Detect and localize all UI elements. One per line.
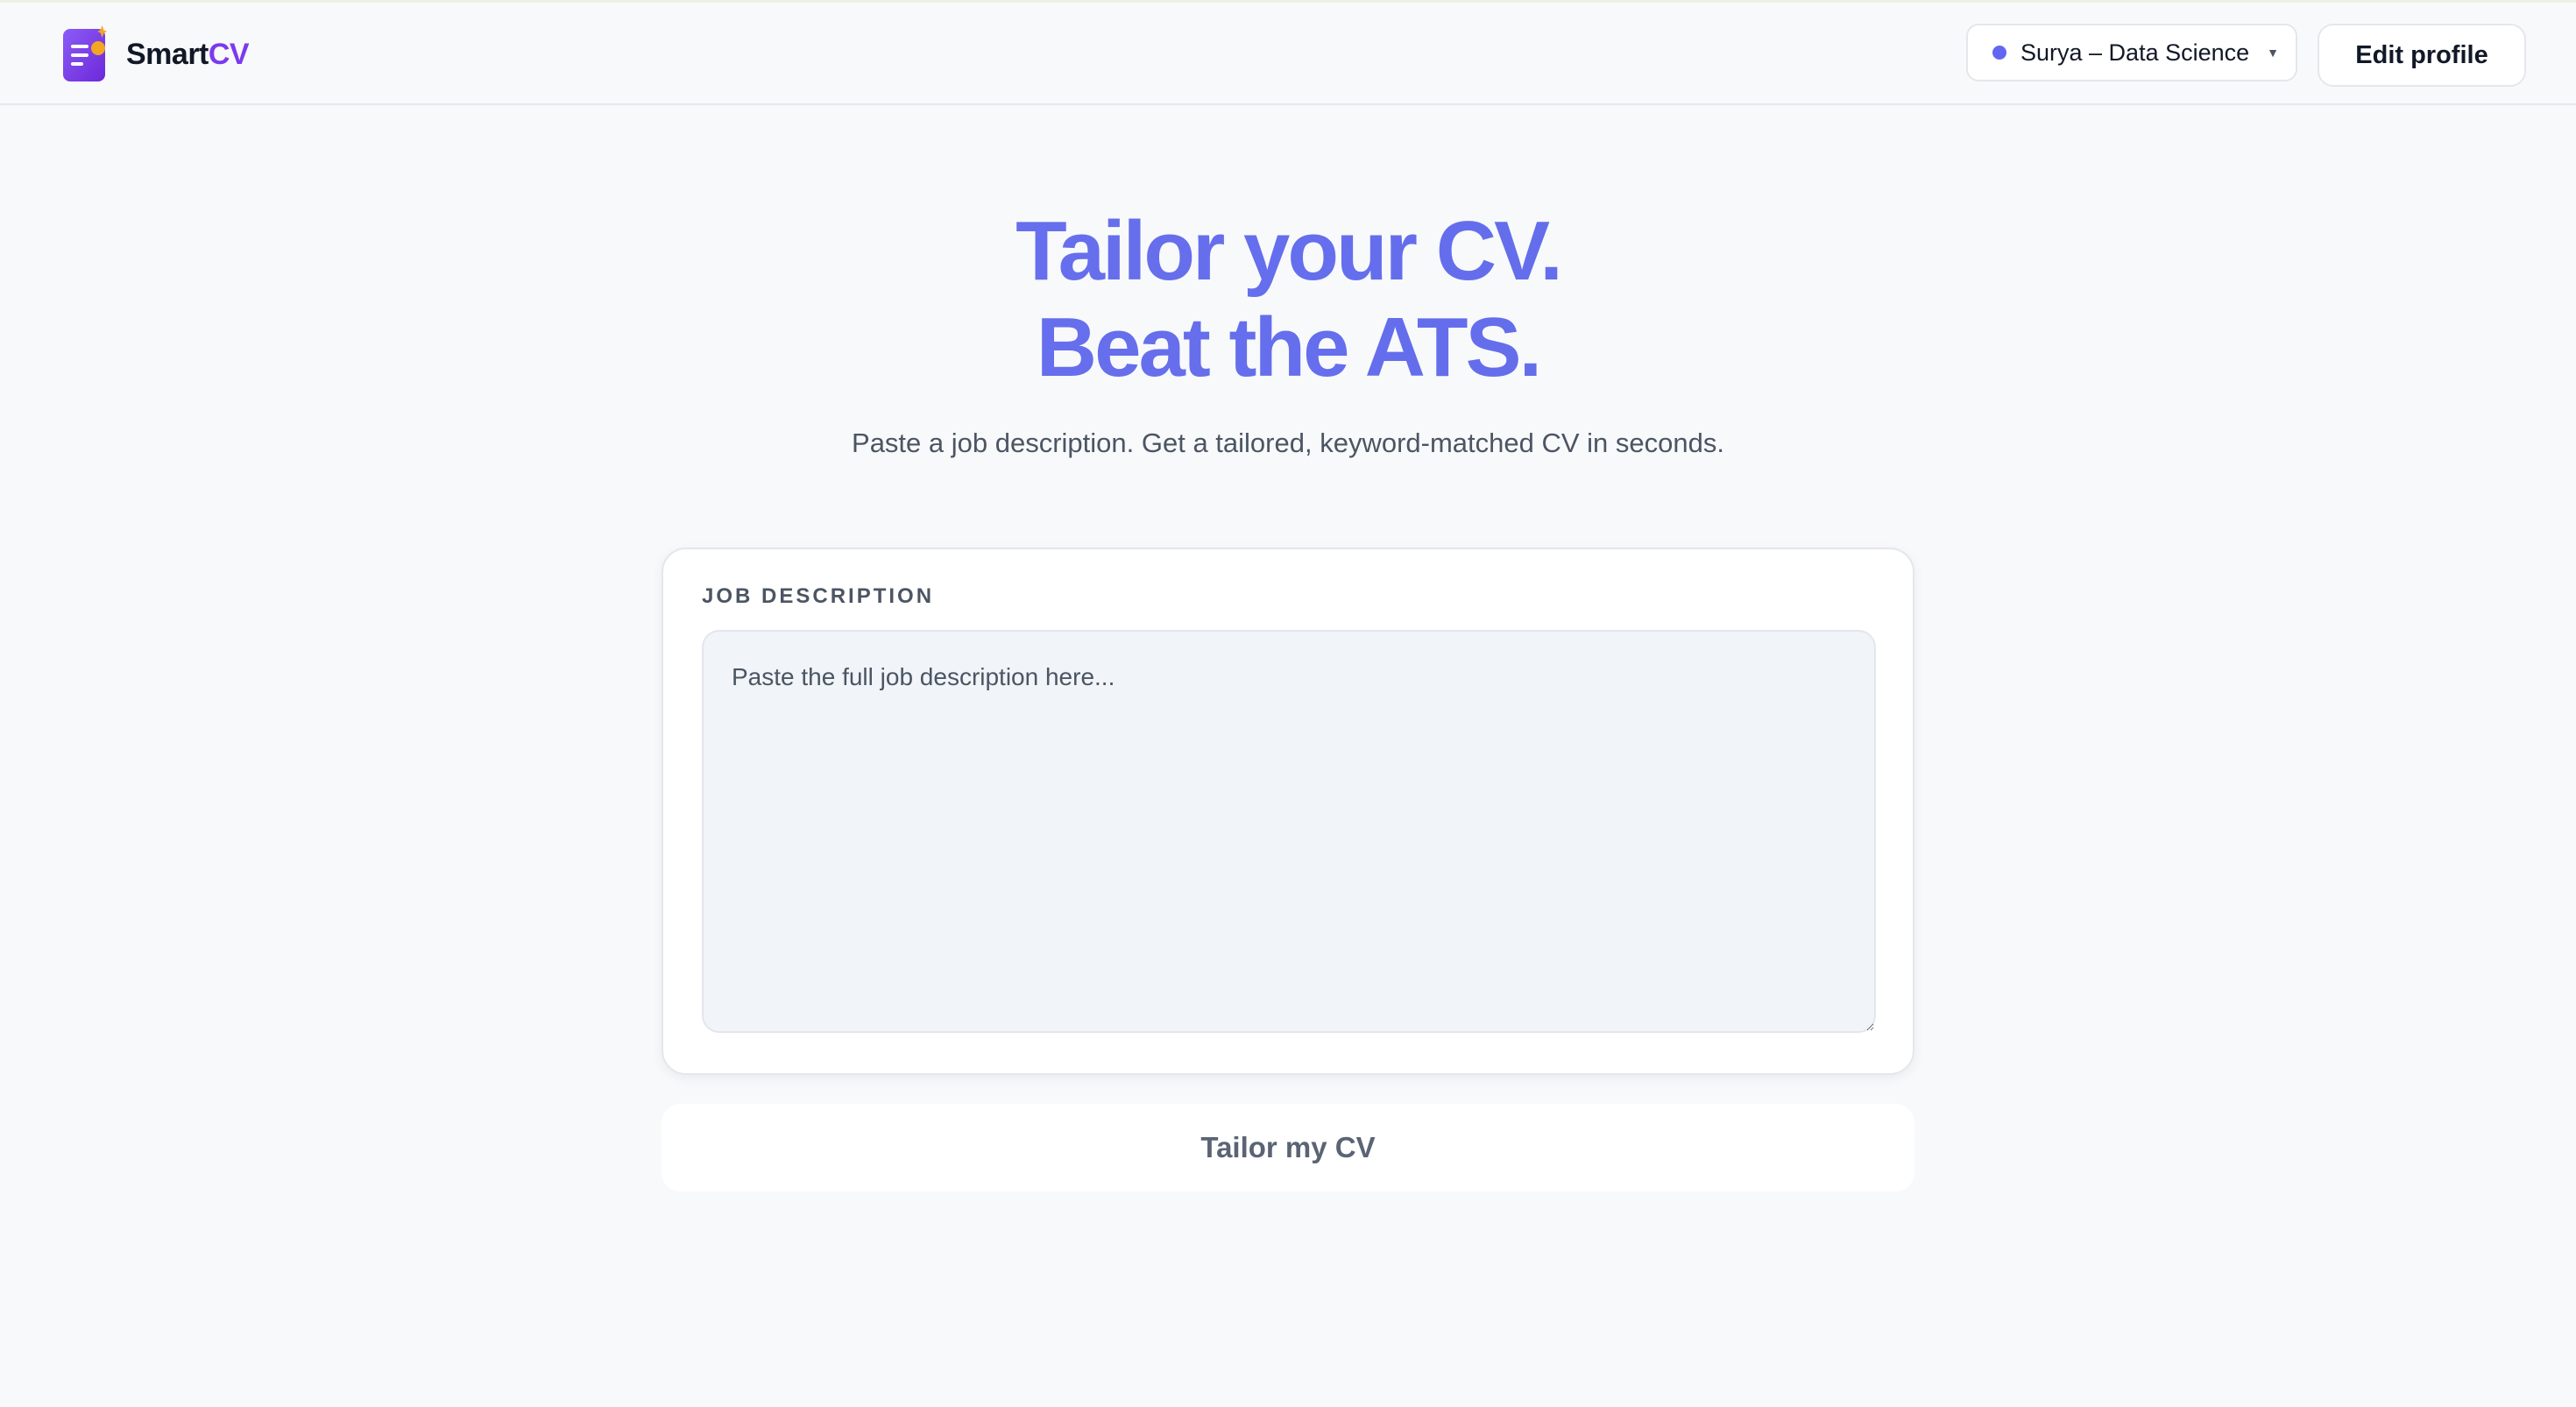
tailor-cv-button[interactable]: Tailor my CV [662, 1104, 1914, 1191]
app-name-primary: Smart [126, 37, 209, 71]
job-description-label: JOB DESCRIPTION [702, 584, 935, 608]
document-sparkle-icon [61, 24, 114, 85]
app-name-accent: CV [208, 37, 250, 71]
profile-selector[interactable]: Surya – Data Science ▼ [1966, 24, 2297, 81]
caret-down-icon: ▼ [2267, 46, 2279, 60]
hero-title-line-1: Tailor your CV. [0, 203, 2576, 300]
hero-title: Tailor your CV. Beat the ATS. [0, 203, 2576, 396]
profile-selector-label: Surya – Data Science [2020, 39, 2250, 66]
app-name: SmartCV [126, 37, 250, 72]
edit-profile-button[interactable]: Edit profile [2318, 24, 2526, 87]
app-header: SmartCV Surya – Data Science ▼ Edit prof… [0, 3, 2576, 105]
job-description-card: JOB DESCRIPTION [662, 548, 1914, 1075]
profile-status-dot [1992, 46, 2006, 60]
job-description-textarea[interactable] [702, 630, 1876, 1033]
hero-subtitle: Paste a job description. Get a tailored,… [852, 428, 1724, 458]
hero-title-line-2: Beat the ATS. [0, 300, 2576, 396]
app-logo[interactable]: SmartCV [61, 24, 250, 85]
